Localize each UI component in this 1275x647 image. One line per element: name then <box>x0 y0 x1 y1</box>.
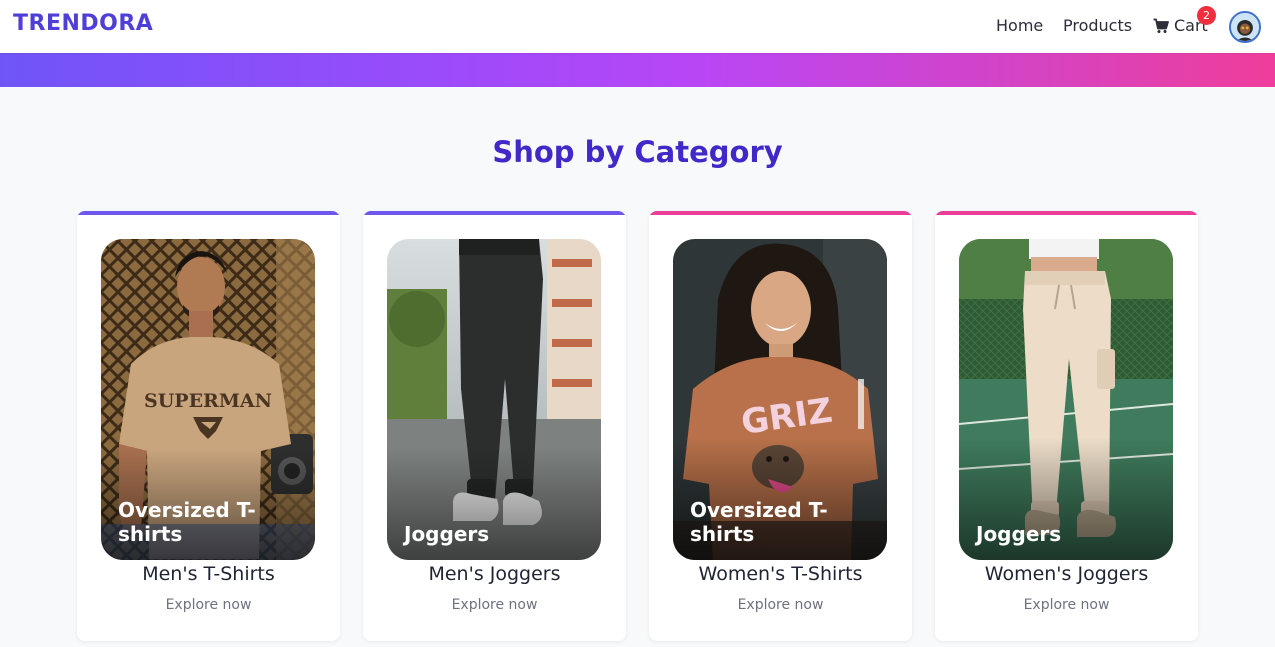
navbar: TRENDORA Home Products Cart 2 <box>0 0 1275 53</box>
explore-now-link[interactable]: Explore now <box>77 597 340 613</box>
category-image-label: Oversized T-shirts <box>690 498 828 546</box>
category-card-womens-joggers[interactable]: Joggers Women's Joggers Explore now <box>935 211 1198 641</box>
cart-icon <box>1153 18 1169 34</box>
category-image-label: Joggers <box>976 522 1062 546</box>
user-avatar[interactable] <box>1229 11 1261 43</box>
cart-count-badge: 2 <box>1197 6 1216 25</box>
explore-now-link[interactable]: Explore now <box>935 597 1198 613</box>
category-title: Women's T-Shirts <box>698 563 863 585</box>
avatar-icon <box>1231 13 1259 41</box>
brand-logo[interactable]: TRENDORA <box>13 11 153 36</box>
explore-now-link[interactable]: Explore now <box>363 597 626 613</box>
category-image-label: Oversized T-shirts <box>118 498 256 546</box>
category-card-mens-joggers[interactable]: Joggers Men's Joggers Explore now <box>363 211 626 641</box>
category-card-womens-tshirts[interactable]: GRIZ Oversized T-shirts Women's T-Shirts… <box>649 211 912 641</box>
explore-now-link[interactable]: Explore now <box>649 597 912 613</box>
category-title: Women's Joggers <box>984 563 1149 585</box>
category-card-mens-tshirts[interactable]: SUPERMAN Oversized T-shirts Men's T-Shir… <box>77 211 340 641</box>
promo-banner <box>0 53 1275 87</box>
category-image-label: Joggers <box>404 522 490 546</box>
category-image-womens-tshirts: GRIZ Oversized T-shirts <box>673 239 887 560</box>
category-title: Men's Joggers <box>428 563 561 585</box>
category-image-womens-joggers: Joggers <box>959 239 1173 560</box>
category-image-mens-tshirts: SUPERMAN Oversized T-shirts <box>101 239 315 560</box>
nav-home-link[interactable]: Home <box>996 16 1043 35</box>
nav-products-link[interactable]: Products <box>1063 16 1132 35</box>
category-title: Men's T-Shirts <box>142 563 275 585</box>
category-image-mens-joggers: Joggers <box>387 239 601 560</box>
section-title: Shop by Category <box>492 135 783 169</box>
